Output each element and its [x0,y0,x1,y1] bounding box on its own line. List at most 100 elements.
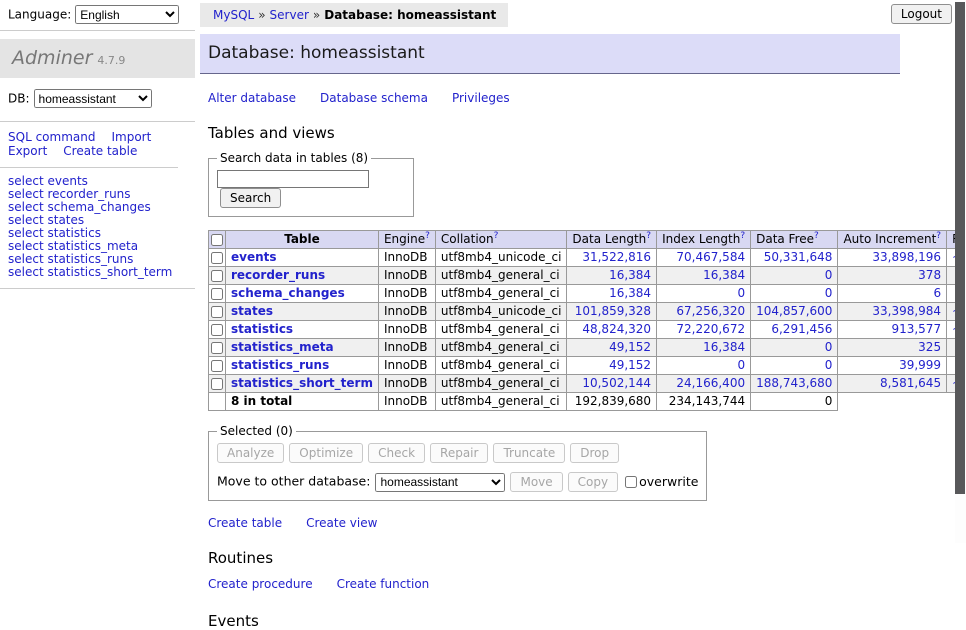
index-length-link[interactable]: 16,384 [703,340,745,354]
table-name-link[interactable]: schema_changes [231,286,345,300]
data-free-link[interactable]: 50,331,648 [764,250,833,264]
row-checkbox[interactable] [211,360,223,372]
data-length-link[interactable]: 10,502,144 [582,376,651,390]
data-free-link[interactable]: 104,857,600 [756,304,832,318]
table-name-link[interactable]: statistics_short_term [231,376,373,390]
routine-create-link[interactable]: Create function [337,577,430,591]
sidebar-table-link[interactable]: statistics_short_term [47,265,172,279]
help-icon[interactable]: ? [740,231,745,241]
sidebar-select-link[interactable]: select [8,239,44,253]
bulk-action-button[interactable]: Optimize [289,443,363,463]
row-checkbox[interactable] [211,324,223,336]
data-length-link[interactable]: 49,152 [609,340,651,354]
sidebar-table-link[interactable]: schema_changes [47,200,150,214]
data-length-link[interactable]: 101,859,328 [575,304,651,318]
bulk-action-button[interactable]: Analyze [217,443,284,463]
scrollbar-thumb[interactable] [955,2,965,494]
table-row: statesInnoDButf8mb4_unicode_ci101,859,32… [209,303,966,321]
data-length-link[interactable]: 31,522,816 [582,250,651,264]
sidebar-select-link[interactable]: select [8,187,44,201]
row-checkbox[interactable] [211,342,223,354]
data-free-link[interactable]: 188,743,680 [756,376,832,390]
move-button[interactable]: Move [510,472,562,492]
row-checkbox[interactable] [211,252,223,264]
index-length-link[interactable]: 72,220,672 [676,322,745,336]
db-select[interactable]: homeassistant [34,89,152,108]
sidebar-table-link[interactable]: statistics [47,226,101,240]
help-icon[interactable]: ? [936,231,941,241]
routine-create-link[interactable]: Create procedure [208,577,313,591]
sidebar-select-link[interactable]: select [8,226,44,240]
bulk-action-button[interactable]: Truncate [493,443,565,463]
move-db-select[interactable]: homeassistant [375,473,505,492]
help-icon[interactable]: ? [425,231,430,241]
auto-increment-link[interactable]: 33,398,984 [872,304,941,318]
index-length-link[interactable]: 0 [737,286,745,300]
table-name-link[interactable]: statistics [231,322,293,336]
scrollbar[interactable] [955,0,966,543]
index-length-link[interactable]: 24,166,400 [676,376,745,390]
index-length-link[interactable]: 16,384 [703,268,745,282]
row-checkbox[interactable] [211,378,223,390]
data-free-link[interactable]: 0 [825,340,833,354]
sidebar-table-link[interactable]: statistics_meta [47,239,138,253]
data-length-link[interactable]: 16,384 [609,286,651,300]
data-length-link[interactable]: 48,824,320 [582,322,651,336]
row-checkbox[interactable] [211,270,223,282]
sidebar-table-link[interactable]: recorder_runs [47,187,130,201]
row-checkbox[interactable] [211,288,223,300]
auto-increment-link[interactable]: 325 [918,340,941,354]
data-free-link[interactable]: 0 [825,286,833,300]
data-length-link[interactable]: 49,152 [609,358,651,372]
index-length-link[interactable]: 0 [737,358,745,372]
table-name-link[interactable]: states [231,304,273,318]
auto-increment-link[interactable]: 378 [918,268,941,282]
create-link[interactable]: Create table [208,516,282,530]
copy-button[interactable]: Copy [568,472,618,492]
data-free-link[interactable]: 0 [825,268,833,282]
index-length-link[interactable]: 67,256,320 [676,304,745,318]
table-name-link[interactable]: recorder_runs [231,268,325,282]
sidebar-action-link[interactable]: Export [8,144,47,158]
auto-increment-link[interactable]: 6 [933,286,941,300]
search-button[interactable]: Search [220,188,281,208]
sidebar-action-link[interactable]: Import [111,130,151,144]
overwrite-checkbox[interactable] [625,476,637,488]
table-row: schema_changesInnoDButf8mb4_general_ci16… [209,285,966,303]
help-icon[interactable]: ? [646,231,651,241]
sidebar-table-link[interactable]: states [47,213,84,227]
database-nav-link[interactable]: Privileges [452,91,510,105]
sidebar-select-link[interactable]: select [8,213,44,227]
data-free-link[interactable]: 0 [825,358,833,372]
help-icon[interactable]: ? [814,231,819,241]
sidebar-action-link[interactable]: Create table [63,144,137,158]
row-checkbox[interactable] [211,306,223,318]
search-input[interactable] [217,170,369,188]
auto-increment-link[interactable]: 33,898,196 [872,250,941,264]
sidebar-select-link[interactable]: select [8,174,44,188]
auto-increment-link[interactable]: 913,577 [891,322,941,336]
auto-increment-link[interactable]: 8,581,645 [880,376,941,390]
sidebar-action-link[interactable]: SQL command [8,130,95,144]
bulk-action-button[interactable]: Check [368,443,425,463]
language-select[interactable]: English [75,5,179,24]
table-name-link[interactable]: statistics_meta [231,340,334,354]
data-length-link[interactable]: 16,384 [609,268,651,282]
sidebar-table-link[interactable]: events [47,174,87,188]
sidebar-select-link[interactable]: select [8,252,44,266]
sidebar-select-link[interactable]: select [8,200,44,214]
data-free-link[interactable]: 6,291,456 [771,322,832,336]
database-nav-link[interactable]: Database schema [320,91,428,105]
table-name-link[interactable]: events [231,250,277,264]
database-nav-link[interactable]: Alter database [208,91,296,105]
help-icon[interactable]: ? [494,231,499,241]
auto-increment-link[interactable]: 39,999 [899,358,941,372]
sidebar-table-link[interactable]: statistics_runs [47,252,133,266]
select-all-checkbox[interactable] [211,234,223,246]
sidebar-select-link[interactable]: select [8,265,44,279]
table-name-link[interactable]: statistics_runs [231,358,329,372]
bulk-action-button[interactable]: Drop [570,443,619,463]
bulk-action-button[interactable]: Repair [430,443,488,463]
create-link[interactable]: Create view [306,516,377,530]
index-length-link[interactable]: 70,467,584 [676,250,745,264]
